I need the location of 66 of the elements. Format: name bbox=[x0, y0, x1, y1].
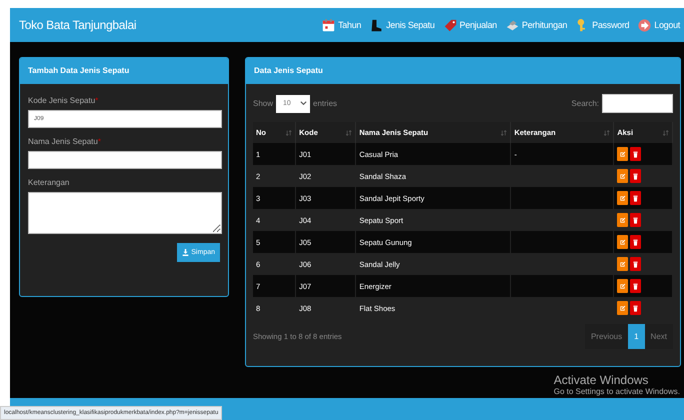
edit-button[interactable] bbox=[617, 169, 628, 183]
trash-icon bbox=[632, 260, 640, 268]
sort-icon bbox=[604, 130, 610, 136]
trash-icon bbox=[632, 282, 640, 290]
edit-icon bbox=[619, 216, 626, 224]
delete-button[interactable] bbox=[630, 191, 642, 205]
input-field[interactable] bbox=[28, 151, 222, 169]
edit-button[interactable] bbox=[617, 235, 628, 249]
delete-button[interactable] bbox=[630, 147, 642, 161]
page-link[interactable]: Next bbox=[644, 324, 673, 349]
trash-icon bbox=[632, 150, 640, 158]
edit-button[interactable] bbox=[617, 213, 628, 227]
edit-button[interactable] bbox=[617, 279, 628, 293]
delete-button[interactable] bbox=[630, 257, 642, 271]
edit-icon bbox=[619, 238, 626, 246]
sort-icon bbox=[346, 130, 352, 136]
calendar-icon bbox=[322, 18, 336, 32]
tag-icon bbox=[444, 18, 457, 32]
delete-button[interactable] bbox=[630, 169, 642, 183]
nav-link[interactable]: Jenis Sepatu bbox=[370, 18, 435, 32]
entries-label: entries bbox=[313, 99, 338, 108]
edit-icon bbox=[619, 172, 626, 180]
input-field[interactable] bbox=[28, 192, 222, 234]
edit-icon bbox=[619, 150, 626, 158]
edit-button[interactable] bbox=[617, 257, 628, 271]
sort-icon bbox=[286, 130, 292, 136]
edit-button[interactable] bbox=[617, 301, 628, 315]
nav-link[interactable]: Logout bbox=[638, 18, 680, 32]
edit-icon bbox=[619, 282, 626, 290]
trash-icon bbox=[632, 172, 640, 180]
panel-title: Tambah Data Jenis Sepatu bbox=[20, 58, 228, 84]
nav-link[interactable]: Penjualan bbox=[444, 18, 497, 32]
edit-icon bbox=[619, 194, 626, 202]
trash-icon bbox=[632, 238, 640, 246]
page-link[interactable]: Previous bbox=[584, 324, 628, 349]
logout-icon bbox=[638, 18, 652, 32]
search-label: Search: bbox=[571, 99, 599, 108]
caret-icon bbox=[300, 100, 308, 107]
delete-button[interactable] bbox=[630, 301, 642, 315]
show-label: Show bbox=[253, 99, 274, 108]
activation-title: Activate Windows bbox=[554, 373, 650, 387]
trash-icon bbox=[632, 194, 640, 202]
nav-link[interactable]: Perhitungan bbox=[506, 18, 568, 32]
search-field[interactable] bbox=[602, 94, 673, 113]
delete-button[interactable] bbox=[630, 279, 642, 293]
trash-icon bbox=[632, 304, 640, 312]
nav-link[interactable]: Tahun bbox=[322, 18, 362, 32]
field-label: Keterangan bbox=[28, 178, 70, 187]
edit-icon bbox=[619, 304, 626, 312]
brand-link[interactable]: Toko Bata Tanjungbalai bbox=[19, 18, 136, 32]
nav-link[interactable]: Password bbox=[576, 18, 630, 32]
boot-icon bbox=[370, 18, 384, 32]
delete-button[interactable] bbox=[630, 235, 642, 249]
page-link[interactable]: 1 bbox=[628, 324, 645, 349]
activation-text: Go to Settings to activate Windows. bbox=[554, 387, 680, 396]
trash-icon bbox=[632, 216, 640, 224]
edit-button[interactable] bbox=[617, 191, 628, 205]
sort-icon bbox=[663, 130, 669, 136]
edit-icon bbox=[619, 260, 626, 268]
field-label: Kode Jenis Sepatu* bbox=[28, 96, 100, 105]
delete-button[interactable] bbox=[630, 213, 642, 227]
download-icon bbox=[182, 249, 190, 256]
sort-icon bbox=[501, 130, 508, 136]
panel-title: Data Jenis Sepatu bbox=[246, 58, 680, 84]
edit-button[interactable] bbox=[617, 147, 628, 161]
field-label: Nama Jenis Sepatu* bbox=[28, 137, 102, 146]
